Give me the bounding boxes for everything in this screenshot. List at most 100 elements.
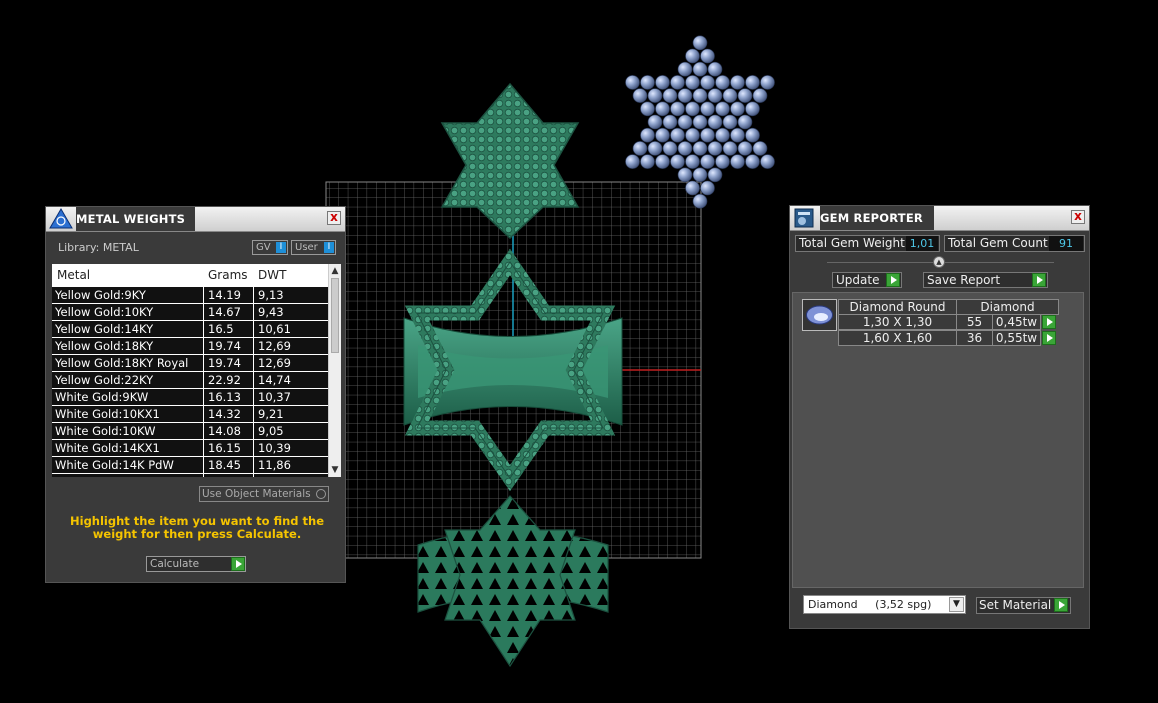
update-button[interactable]: Update: [832, 272, 902, 288]
play-arrow-icon: [886, 273, 900, 287]
chevron-down-icon[interactable]: ▼: [949, 597, 964, 612]
gem-reporter-titlebar[interactable]: GEM REPORTER x: [790, 206, 1089, 231]
gem-stone: [640, 101, 655, 117]
cell-divider: [253, 423, 254, 440]
cell-divider: [253, 389, 254, 406]
dwt-cell: 9,13: [258, 288, 284, 302]
material-select[interactable]: Diamond (3,52 spg) ▼: [803, 595, 966, 614]
gem-stone: [625, 75, 640, 90]
gem-stone: [737, 88, 753, 103]
dwt-cell: 14,74: [258, 373, 291, 387]
user-toggle-knob: I: [324, 242, 334, 253]
cell-divider: [253, 321, 254, 338]
gem-stone: [677, 114, 693, 130]
radio-icon: [316, 489, 326, 499]
gem-stone: [685, 180, 700, 196]
set-material-label: Set Material: [979, 598, 1052, 612]
grams-cell: 19.74: [208, 339, 241, 353]
user-toggle-label: User: [295, 242, 318, 253]
metal-table-row[interactable]: White Gold:14KX1 16.15 10,39: [52, 439, 328, 457]
total-gem-weight-value: 1,01: [906, 236, 938, 251]
gem-stone: [737, 114, 753, 130]
gem-stone: [722, 88, 738, 103]
gem-stone: [647, 114, 663, 130]
gem-stone: [692, 167, 708, 183]
calculate-button[interactable]: Calculate: [146, 556, 246, 572]
set-material-button[interactable]: Set Material: [976, 597, 1071, 614]
gem-stone: [760, 154, 775, 169]
gem-row-size[interactable]: 1,60 X 1,60: [838, 330, 957, 346]
metal-name-cell: Yellow Gold:18KY Royal: [55, 356, 189, 370]
column-dwt[interactable]: DWT: [258, 268, 286, 282]
grams-cell: 16.15: [208, 441, 241, 455]
metal-weights-close-button[interactable]: x: [327, 211, 341, 225]
grams-cell: 22.92: [208, 373, 241, 387]
scroll-thumb[interactable]: [331, 278, 339, 353]
gem-stone: [677, 141, 693, 156]
calculate-label: Calculate: [150, 558, 200, 570]
gem-row-weight[interactable]: 0,55tw: [992, 330, 1041, 346]
gem-stone: [745, 127, 760, 143]
grams-cell: 14.19: [208, 288, 241, 302]
diamond-round-icon[interactable]: [802, 299, 837, 331]
metal-table-row[interactable]: White Gold:10KW 14.08 9,05: [52, 422, 328, 440]
gem-stone: [692, 61, 708, 77]
metal-table-row[interactable]: Yellow Gold:10KY 14.67 9,43: [52, 303, 328, 321]
gem-stone: [662, 88, 678, 103]
use-object-materials-toggle[interactable]: Use Object Materials: [199, 486, 329, 502]
metal-table-row[interactable]: Yellow Gold:22KY 22.92 14,74: [52, 371, 328, 389]
metal-name-cell: Yellow Gold:14KY: [55, 322, 154, 336]
gem-reporter-close-button[interactable]: x: [1071, 210, 1085, 224]
gem-stone: [700, 75, 715, 90]
gem-row-count[interactable]: 55: [956, 314, 993, 330]
gv-toggle-label: GV: [256, 242, 271, 253]
column-metal[interactable]: Metal: [57, 268, 90, 282]
gem-stone: [707, 88, 723, 103]
gem-stone: [655, 75, 670, 90]
cell-divider: [253, 287, 254, 304]
gem-list-area: Diamond Round Diamond 1,30 X 1,30 55 0,4…: [792, 292, 1084, 588]
gem-stone: [722, 141, 738, 156]
cell-divider: [203, 423, 204, 440]
metal-table-row[interactable]: Yellow Gold:9KY 14.19 9,13: [52, 286, 328, 304]
gem-stone: [692, 114, 708, 130]
gem-stone: [677, 61, 693, 77]
gv-toggle[interactable]: GV I: [252, 240, 288, 255]
collapse-arrow-icon[interactable]: ▲: [933, 256, 945, 268]
play-arrow-icon[interactable]: [1042, 315, 1056, 329]
gem-stone: [685, 154, 700, 169]
grams-cell: 14.08: [208, 424, 241, 438]
scroll-up-icon[interactable]: ▲: [329, 265, 341, 277]
metal-table-row[interactable]: White Gold:10KX1 14.32 9,21: [52, 405, 328, 423]
gem-stone: [640, 75, 655, 90]
gem-stone: [640, 127, 655, 143]
cell-divider: [253, 304, 254, 321]
gem-stone: [700, 127, 715, 143]
titlebar-separator: [190, 207, 194, 231]
gem-stone: [692, 141, 708, 156]
column-grams[interactable]: Grams: [208, 268, 248, 282]
gem-stone: [745, 75, 760, 90]
gem-row-count[interactable]: 36: [956, 330, 993, 346]
metal-table-row[interactable]: Yellow Gold:14KY 16.5 10,61: [52, 320, 328, 338]
cell-divider: [203, 355, 204, 372]
metal-table-scrollbar[interactable]: ▲ ▼: [328, 264, 341, 477]
cell-divider: [203, 372, 204, 389]
metal-weights-titlebar[interactable]: METAL WEIGHTS x: [46, 207, 345, 232]
gem-row-weight[interactable]: 0,45tw: [992, 314, 1041, 330]
scroll-down-icon[interactable]: ▼: [329, 464, 341, 476]
gem-row-size[interactable]: 1,30 X 1,30: [838, 314, 957, 330]
gem-stone: [655, 127, 670, 143]
user-toggle[interactable]: User I: [291, 240, 336, 255]
gem-stone: [700, 48, 715, 64]
play-arrow-icon[interactable]: [1042, 331, 1056, 345]
metal-table-row[interactable]: Yellow Gold:18KY 19.74 12,69: [52, 337, 328, 355]
metal-table-row[interactable]: White Gold:9KW 16.13 10,37: [52, 388, 328, 406]
metal-table-row[interactable]: White Gold:14K PdW 18.45 11,86: [52, 456, 328, 474]
save-report-button[interactable]: Save Report: [923, 272, 1048, 288]
metal-table-row[interactable]: White Gold:14KW 14.98 9,64: [52, 473, 328, 477]
gem-stone: [760, 75, 775, 90]
gem-stone: [662, 141, 678, 156]
cell-divider: [253, 355, 254, 372]
metal-table-row[interactable]: Yellow Gold:18KY Royal 19.74 12,69: [52, 354, 328, 372]
